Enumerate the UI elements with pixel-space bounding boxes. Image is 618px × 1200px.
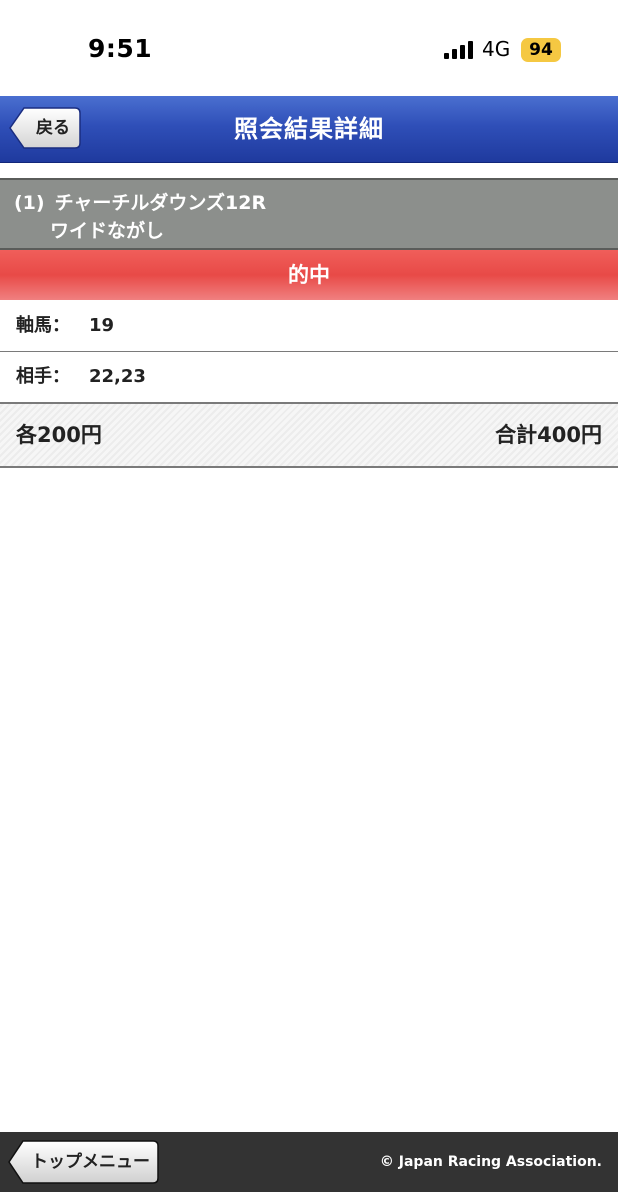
top-menu-label: トップメニュー bbox=[31, 1152, 150, 1172]
axis-horse-label: 軸馬： bbox=[16, 315, 70, 336]
copyright-text: © Japan Racing Association. bbox=[379, 1154, 602, 1170]
bet-type: ワイドながし bbox=[50, 220, 165, 242]
back-button-label: 戻る bbox=[36, 118, 70, 138]
top-menu-button[interactable]: トップメニュー bbox=[8, 1140, 159, 1184]
title-bar: 照会結果詳細 戻る bbox=[0, 96, 618, 163]
race-name: チャーチルダウンズ12R bbox=[54, 192, 267, 214]
page-title: 照会結果詳細 bbox=[234, 115, 384, 143]
result-status: 的中 bbox=[0, 250, 618, 300]
bottom-strip bbox=[0, 1192, 618, 1200]
network-type: 4G bbox=[482, 37, 511, 61]
status-time: 9:51 bbox=[88, 34, 153, 63]
partner-horses-value: 22,23 bbox=[89, 366, 146, 387]
amount-row: 各200円 合計400円 bbox=[0, 404, 618, 468]
status-bar: 9:51 4G 94 bbox=[0, 0, 618, 94]
race-title-line: (1) チャーチルダウンズ12R bbox=[14, 188, 266, 215]
race-header: (1) チャーチルダウンズ12R ワイドながし bbox=[0, 178, 618, 250]
partner-horses-row: 相手： 22,23 bbox=[0, 352, 618, 404]
cellular-signal-icon bbox=[444, 41, 474, 59]
race-number: (1) bbox=[14, 192, 45, 214]
amount-total: 合計400円 bbox=[495, 423, 602, 447]
axis-horse-value: 19 bbox=[89, 315, 115, 336]
battery-indicator: 94 bbox=[521, 38, 561, 62]
amount-each: 各200円 bbox=[16, 423, 102, 447]
axis-horse-row: 軸馬： 19 bbox=[0, 301, 618, 353]
partner-horses-label: 相手： bbox=[16, 366, 70, 387]
back-button[interactable]: 戻る bbox=[9, 107, 81, 149]
footer-bar: トップメニュー © Japan Racing Association. bbox=[0, 1132, 618, 1192]
